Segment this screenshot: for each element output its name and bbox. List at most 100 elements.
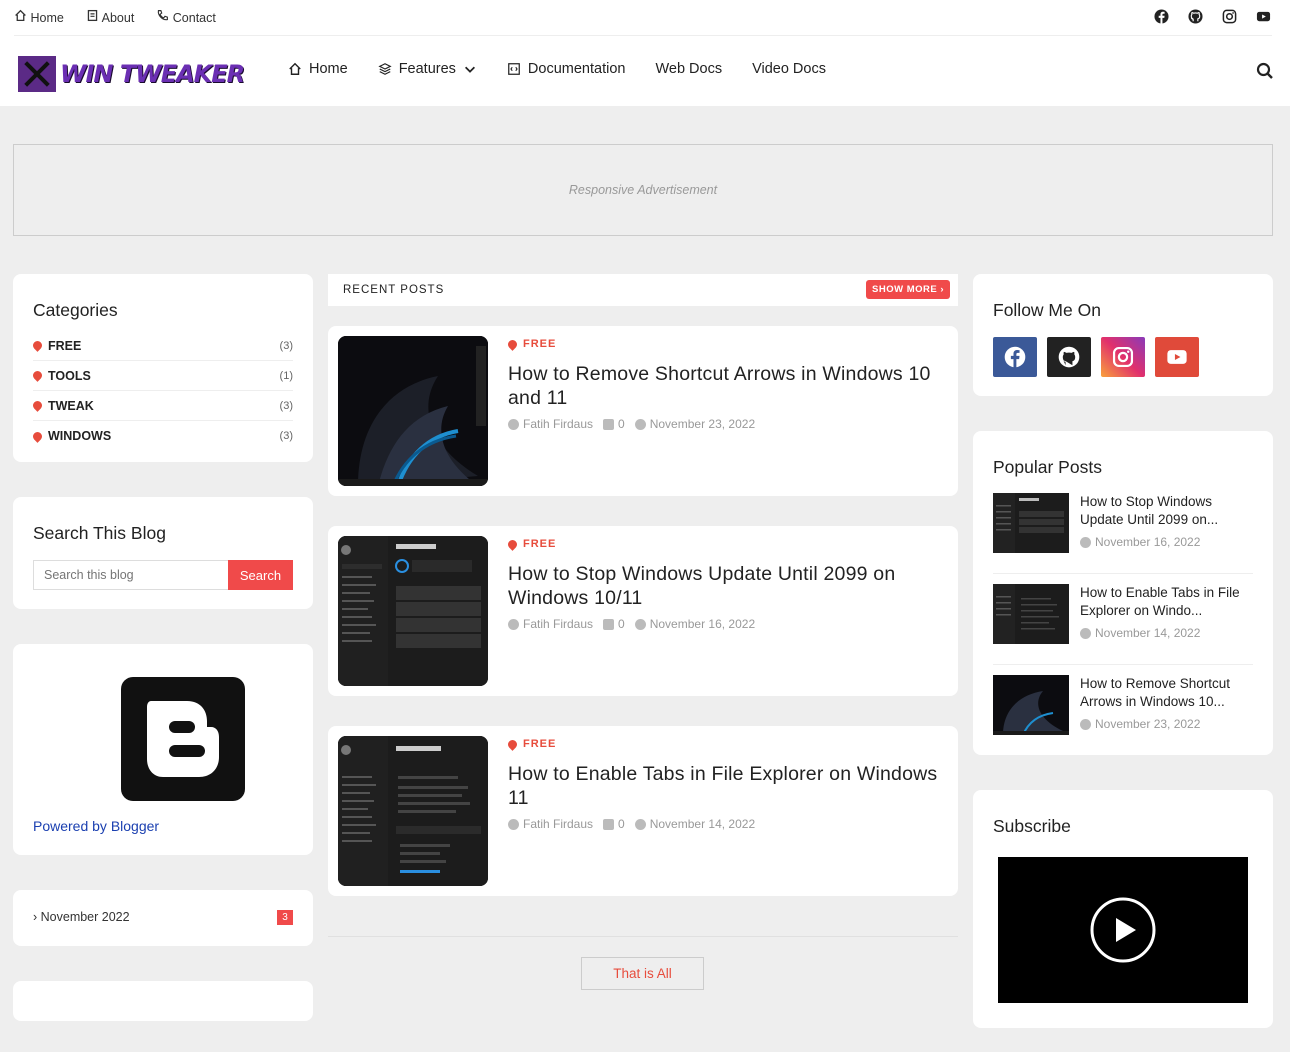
video-player[interactable] — [998, 857, 1248, 1003]
comment-count: 0 — [618, 617, 625, 631]
search-icon[interactable] — [1256, 62, 1274, 80]
tag-icon — [31, 429, 44, 443]
play-icon[interactable] — [1089, 896, 1157, 964]
instagram-icon[interactable] — [1222, 9, 1238, 25]
site-logo[interactable]: WIN TWEAKER — [18, 56, 245, 92]
post-tag-label: FREE — [523, 338, 557, 350]
user-icon — [508, 418, 519, 430]
tag-icon — [31, 339, 44, 352]
popular-post-date: November 23, 2022 — [1080, 717, 1200, 731]
document-icon — [87, 9, 98, 22]
category-item-tools[interactable]: TOOLS (1) — [31, 361, 293, 391]
search-widget: Search This Blog Search — [13, 497, 313, 609]
category-name: FREE — [48, 338, 82, 353]
post-meta: Fatih Firdaus 0 November 23, 2022 — [508, 417, 755, 431]
top-link-label: Home — [30, 11, 64, 25]
category-item-free[interactable]: FREE (3) — [31, 331, 293, 361]
instagram-icon[interactable] — [1101, 337, 1145, 377]
category-count: (3) — [279, 430, 293, 442]
ad-banner: Responsive Advertisement — [13, 144, 1273, 236]
category-name: TOOLS — [48, 368, 91, 383]
post-date: November 16, 2022 — [634, 617, 755, 631]
github-icon[interactable] — [1188, 9, 1204, 25]
popular-post-item[interactable]: How to Stop Windows Update Until 2099 on… — [993, 493, 1253, 568]
that-is-all-button[interactable]: That is All — [581, 957, 704, 990]
post-title[interactable]: How to Remove Shortcut Arrows in Windows… — [508, 362, 948, 410]
nav-video-docs[interactable]: Video Docs — [752, 61, 826, 77]
top-link-home[interactable]: Home — [14, 9, 64, 25]
chevron-down-icon — [464, 66, 475, 73]
powered-by-blogger-link[interactable]: Powered by Blogger — [33, 818, 159, 834]
search-button[interactable]: Search — [228, 560, 293, 590]
home-icon — [15, 9, 26, 22]
nav-features[interactable]: Features — [378, 61, 477, 77]
top-link-about[interactable]: About — [86, 9, 134, 25]
archive-count-badge: 3 — [277, 910, 293, 925]
nav-documentation[interactable]: Documentation — [507, 61, 626, 77]
clock-icon — [1080, 536, 1091, 548]
nav-web-docs[interactable]: Web Docs — [655, 61, 722, 77]
popular-post-item[interactable]: How to Remove Shortcut Arrows in Windows… — [993, 675, 1253, 750]
popular-posts-widget: Popular Posts How to Stop Windows Update… — [973, 431, 1273, 755]
post-title[interactable]: How to Stop Windows Update Until 2099 on… — [508, 562, 948, 610]
popular-post-thumbnail — [993, 584, 1069, 644]
facebook-icon[interactable] — [1154, 9, 1170, 25]
popular-post-thumbnail — [993, 675, 1069, 735]
post-comments[interactable]: 0 — [603, 417, 625, 431]
post-thumbnail[interactable] — [338, 336, 488, 486]
search-input[interactable] — [33, 560, 228, 590]
post-tag[interactable]: FREE — [506, 537, 556, 551]
post-title[interactable]: How to Enable Tabs in File Explorer on W… — [508, 762, 948, 810]
logo-mark — [18, 56, 56, 92]
facebook-icon[interactable] — [993, 337, 1037, 377]
category-count: (1) — [279, 369, 293, 382]
post-comments[interactable]: 0 — [603, 817, 625, 831]
post-thumbnail-image — [338, 536, 488, 686]
post-author[interactable]: Fatih Firdaus — [508, 417, 593, 431]
post-tag[interactable]: FREE — [506, 337, 557, 351]
user-icon — [508, 818, 519, 830]
post-author[interactable]: Fatih Firdaus — [508, 617, 593, 631]
category-item-tweak[interactable]: TWEAK (3) — [31, 391, 293, 421]
blogger-logo-icon[interactable] — [121, 677, 245, 801]
top-link-label: Contact — [172, 11, 216, 25]
github-icon[interactable] — [1047, 337, 1091, 377]
phone-icon — [158, 10, 169, 21]
popular-post-date: November 16, 2022 — [1080, 535, 1200, 549]
follow-title: Follow Me On — [993, 300, 1101, 320]
post-author[interactable]: Fatih Firdaus — [508, 817, 593, 831]
comment-icon — [603, 418, 615, 430]
post-thumbnail[interactable] — [338, 736, 488, 886]
tag-icon — [506, 337, 519, 351]
popular-post-title: How to Remove Shortcut Arrows in Windows… — [1080, 676, 1231, 709]
youtube-icon[interactable] — [1256, 9, 1272, 25]
blogger-widget: Powered by Blogger — [13, 644, 313, 855]
post-date: November 23, 2022 — [634, 417, 755, 431]
user-icon — [508, 618, 519, 630]
youtube-icon[interactable] — [1155, 337, 1199, 377]
top-link-contact[interactable]: Contact — [156, 9, 216, 25]
clock-icon — [1080, 627, 1091, 639]
category-item-windows[interactable]: WINDOWS (3) — [31, 421, 293, 451]
post-meta: Fatih Firdaus 0 November 16, 2022 — [508, 617, 755, 631]
post-thumbnail[interactable] — [338, 536, 488, 686]
follow-widget: Follow Me On — [973, 274, 1273, 396]
archive-month-link[interactable]: › November 2022 — [33, 910, 130, 924]
show-more-button[interactable]: SHOW MORE › — [866, 280, 950, 299]
popular-post-item[interactable]: How to Enable Tabs in File Explorer on W… — [993, 584, 1253, 659]
nav-home[interactable]: Home — [288, 61, 348, 77]
recent-posts-header: RECENT POSTS SHOW MORE › — [328, 274, 958, 306]
category-name: TWEAK — [48, 398, 94, 413]
subscribe-title: Subscribe — [993, 816, 1071, 836]
category-count: (3) — [279, 399, 293, 412]
post-comments[interactable]: 0 — [603, 617, 625, 631]
post-date: November 14, 2022 — [634, 817, 755, 831]
popular-post-title: How to Enable Tabs in File Explorer on W… — [1080, 585, 1240, 618]
nav-label: Video Docs — [752, 61, 826, 77]
nav-label: Documentation — [527, 61, 626, 77]
post-tag[interactable]: FREE — [506, 737, 557, 751]
top-bar: Home About Contact — [0, 0, 1290, 36]
post-tag-label: FREE — [523, 738, 557, 750]
site-header: WIN TWEAKER Home Features Documentation … — [0, 36, 1290, 106]
top-links: Home About Contact — [14, 9, 216, 25]
